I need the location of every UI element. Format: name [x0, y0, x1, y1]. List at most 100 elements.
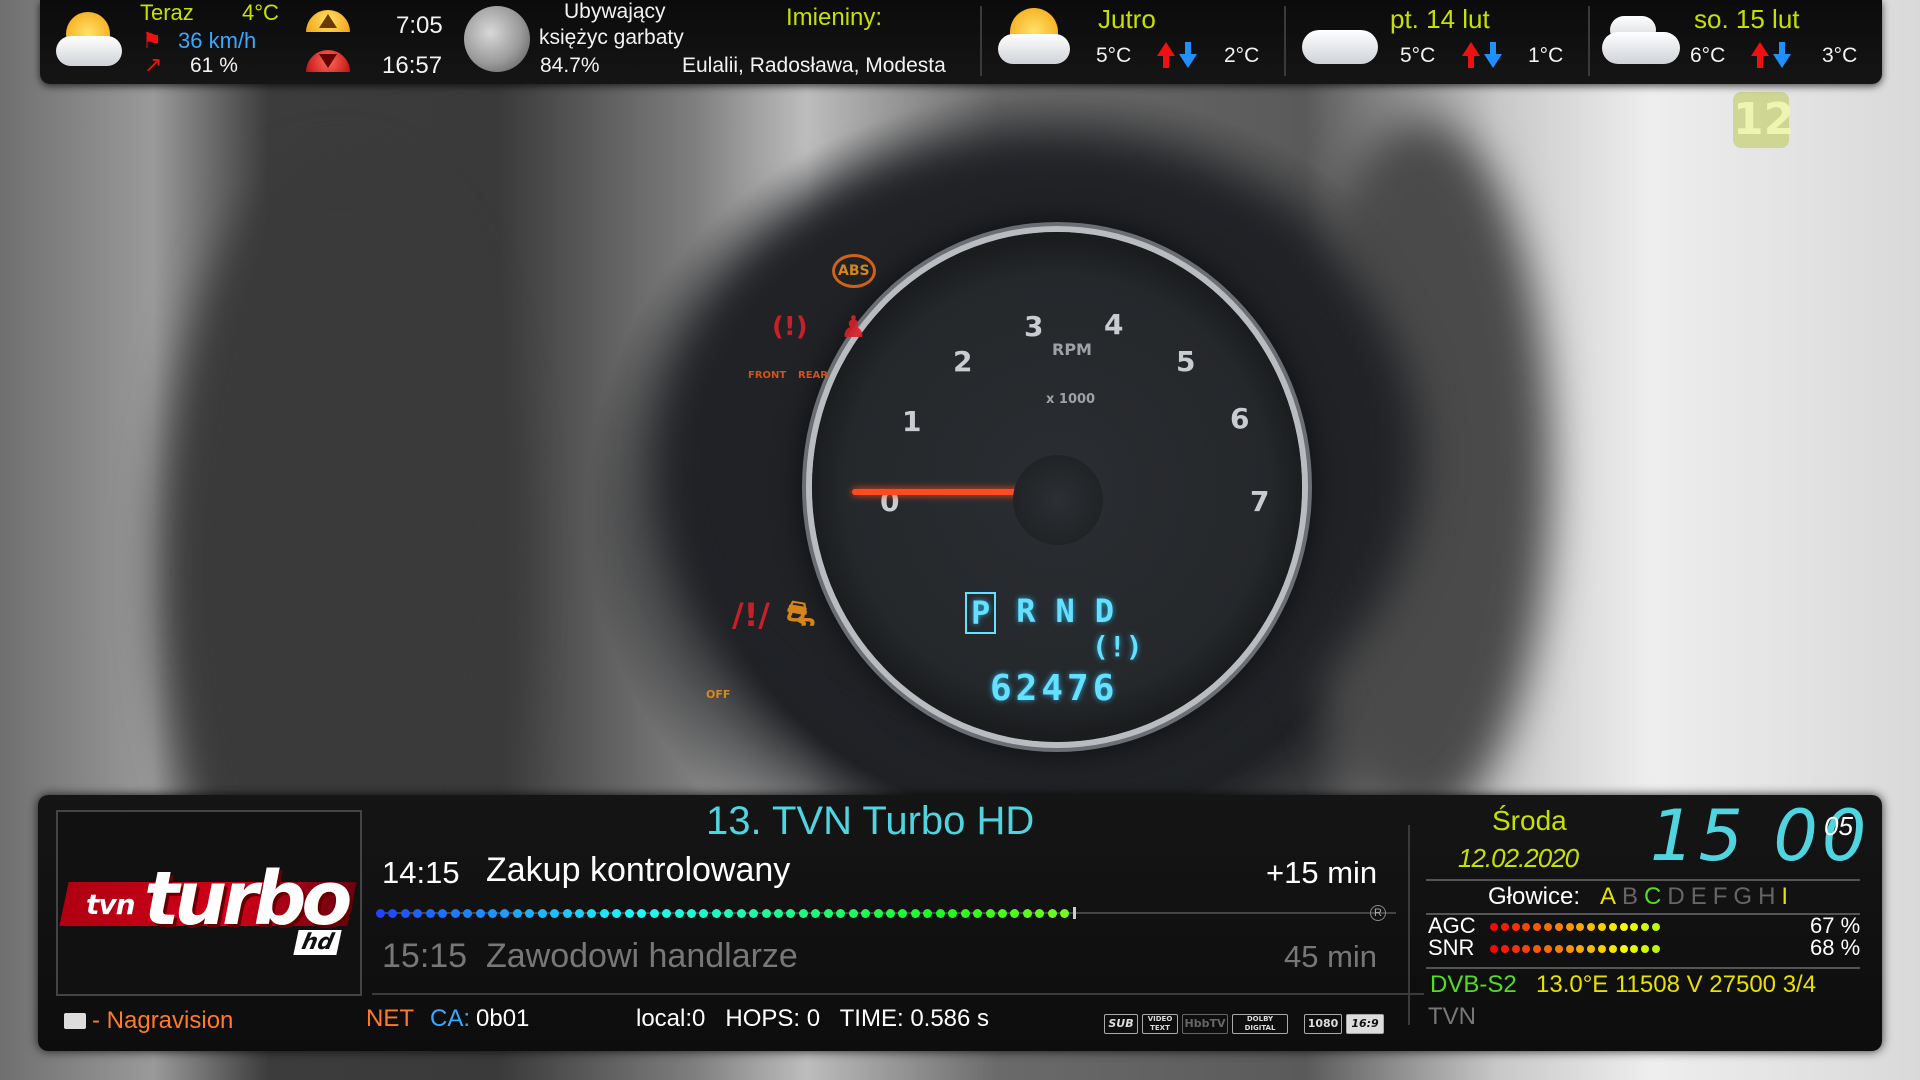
- agc-dot: [1641, 923, 1650, 931]
- snr-dot: [1490, 945, 1498, 953]
- sunset-time: 16:57: [382, 52, 443, 79]
- progress-dot: [935, 909, 945, 918]
- resolution-badge-icon: 1080: [1304, 1014, 1342, 1034]
- divider: [980, 6, 982, 76]
- gauge-scale: x 1000: [1046, 392, 1096, 407]
- encryption-system: - Nagravision: [92, 1007, 234, 1034]
- progress-dot: [910, 909, 920, 918]
- progress-dot: [1060, 909, 1070, 918]
- current-event-remaining: +15 min: [1266, 855, 1378, 890]
- traction-off-icon: OFF: [706, 688, 731, 701]
- progress-dot: [973, 909, 983, 918]
- sunrise-time: 7:05: [396, 12, 443, 39]
- progress-dot: [699, 909, 709, 918]
- progress-dot: [724, 909, 734, 918]
- head-i: I: [1781, 883, 1789, 910]
- progress-dot: [487, 909, 497, 918]
- weather-info-bar: Teraz 4°C ⚑ 36 km/h ↗ 61 % 7:05 16:57 Ub…: [40, 0, 1882, 84]
- progress-dot: [960, 909, 970, 918]
- logo-tvn-text: tvn: [86, 888, 136, 921]
- snr-value: 68 %: [1810, 935, 1861, 960]
- progress-dot: [624, 909, 634, 918]
- divider: [1408, 825, 1410, 1025]
- snr-dot: [1544, 945, 1552, 953]
- traction-control-icon: ⛐: [786, 594, 816, 634]
- progress-dot: [587, 909, 597, 918]
- nameday-label: Imieniny:: [786, 4, 883, 31]
- channel-logo: tvn turbo hd: [56, 810, 362, 996]
- snr-dot: [1630, 945, 1639, 953]
- stream-info: local:0 HOPS: 0 TIME: 0.586 s: [636, 1005, 990, 1032]
- progress-dot: [637, 909, 647, 918]
- progress-dot: [774, 909, 784, 918]
- hbbtv-badge-icon: HbbTV: [1182, 1014, 1228, 1034]
- front-lock-icon: FRONT: [748, 370, 787, 381]
- progress-dot: [861, 909, 871, 918]
- progress-dot: [985, 909, 995, 918]
- agc-dot: [1630, 923, 1639, 931]
- progress-dot: [886, 909, 895, 918]
- now-temperature: 4°C: [242, 0, 279, 25]
- brake-warning-icon: (!): [772, 312, 808, 342]
- gear-r: R: [1016, 592, 1036, 630]
- agc-dot: [1565, 923, 1574, 931]
- heads-label: Głowice:: [1488, 883, 1581, 910]
- agc-dot: [1587, 923, 1596, 931]
- abs-warning-icon: ABS: [832, 254, 876, 288]
- progress-dot: [948, 909, 958, 918]
- gear-d: D: [1094, 592, 1115, 630]
- forecast-high: 5°C: [1096, 44, 1132, 67]
- progress-dot: [450, 909, 460, 918]
- progress-marker: [1072, 907, 1076, 919]
- gauge-number: 1: [902, 405, 922, 438]
- agc-dot: [1554, 923, 1563, 931]
- clock-seconds: 05: [1824, 811, 1853, 841]
- progress-dot: [798, 909, 808, 918]
- head-a: A: [1600, 883, 1617, 910]
- snr-dot: [1608, 945, 1617, 953]
- progress-dot: [811, 909, 821, 918]
- dolby-digital-badge-icon: DOLBY DIGITAL: [1232, 1014, 1288, 1034]
- agc-dot: [1544, 923, 1552, 931]
- now-label: Teraz: [140, 0, 194, 25]
- smartcard-icon: [64, 1013, 86, 1029]
- aspect-ratio-badge-icon: 16:9: [1346, 1014, 1384, 1034]
- progress-dot: [1035, 909, 1045, 918]
- forecast-low: 2°C: [1224, 44, 1260, 67]
- progress-dot: [388, 909, 398, 918]
- wind-speed: 36 km/h: [178, 28, 257, 53]
- moon-phase-line2: księżyc garbaty: [539, 26, 684, 49]
- progress-dot: [612, 909, 622, 918]
- snr-label: SNR: [1428, 935, 1475, 960]
- channel-title: 13. TVN Turbo HD: [706, 799, 1035, 843]
- divider: [1426, 879, 1860, 881]
- progress-dot: [475, 909, 485, 918]
- gauge-number: 3: [1024, 310, 1044, 343]
- forecast-day-label: so. 15 lut: [1694, 4, 1800, 34]
- snr-dot: [1598, 945, 1606, 953]
- progress-dot: [376, 909, 385, 918]
- odometer: 62476: [990, 668, 1119, 709]
- forecast-low: 3°C: [1822, 44, 1858, 67]
- progress-dot: [923, 909, 933, 918]
- progress-dot: [438, 909, 448, 918]
- windsock-icon: ⚑: [142, 28, 162, 53]
- next-event-time: 15:15: [382, 937, 468, 975]
- agc-level-bar: [1490, 923, 1700, 933]
- progress-dot: [1022, 909, 1032, 918]
- forecast-day-label: pt. 14 lut: [1390, 4, 1490, 34]
- moon-phase-line1: Ubywający: [564, 0, 666, 23]
- progress-dot: [425, 909, 435, 918]
- tuner-system: DVB-S2: [1430, 971, 1517, 998]
- agc-dot: [1522, 923, 1531, 931]
- head-e: E: [1690, 883, 1707, 910]
- snr-dot: [1533, 945, 1542, 953]
- progress-dot: [761, 909, 771, 918]
- head-c: C: [1644, 883, 1662, 910]
- gauge-hub: [1013, 455, 1103, 545]
- videotext-badge-icon: VIDEO TEXT: [1142, 1014, 1178, 1034]
- progress-dot: [463, 909, 473, 918]
- current-event-time: 14:15: [382, 855, 460, 890]
- forecast-low: 1°C: [1528, 44, 1564, 67]
- gauge-number: 7: [1250, 485, 1270, 518]
